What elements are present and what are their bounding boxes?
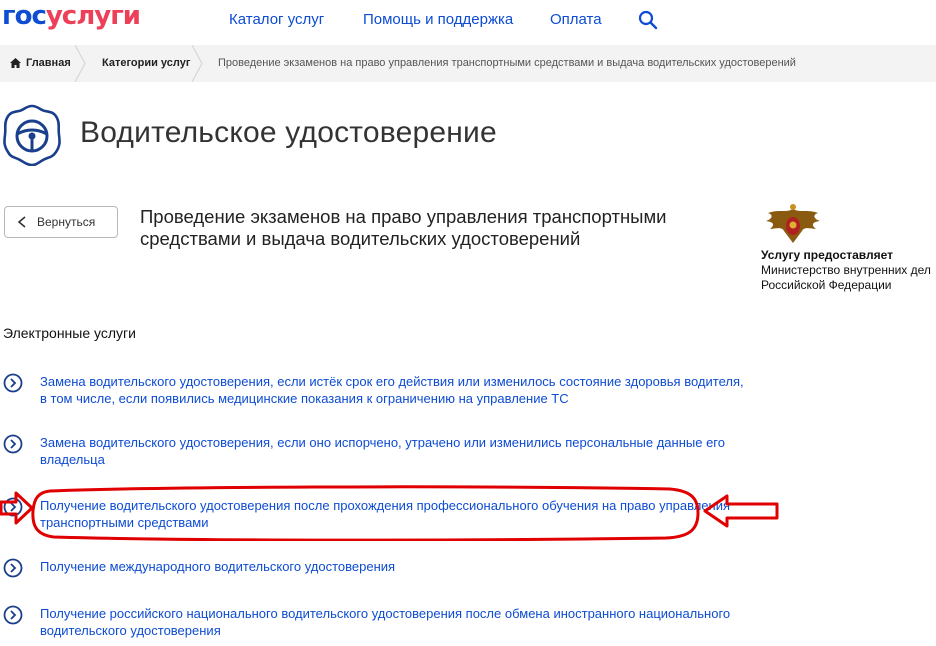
provider-label: Услугу предоставляет: [761, 248, 894, 262]
section-title-electronic-services: Электронные услуги: [3, 325, 136, 341]
service-title: Проведение экзаменов на право управления…: [140, 206, 667, 249]
highlight-ellipse-annotation: [31, 485, 700, 541]
search-icon[interactable]: [638, 10, 658, 30]
provider-name-line1: Министерство внутренних дел: [761, 263, 931, 277]
chevron-circle-icon: [3, 558, 23, 578]
breadcrumb-separator: [191, 45, 203, 82]
home-icon: [10, 58, 21, 68]
nav-catalog[interactable]: Каталог услуг: [229, 11, 324, 28]
back-button[interactable]: Вернуться: [4, 206, 118, 238]
steering-wheel-icon: [3, 104, 61, 166]
service-item-link[interactable]: Получение российского национального води…: [40, 605, 750, 639]
service-item-link[interactable]: Замена водительского удостоверения, если…: [40, 373, 750, 407]
breadcrumb-home[interactable]: Главная: [26, 45, 71, 82]
site-header: госуслуги Каталог услуг Помощь и поддерж…: [0, 0, 936, 44]
breadcrumb-current: Проведение экзаменов на право управления…: [218, 57, 796, 69]
arrow-right-annotation-icon: [0, 491, 34, 525]
logo-part-gos: гос: [2, 1, 47, 31]
back-button-label: Вернуться: [37, 215, 96, 229]
logo-part-uslugi: услуги: [45, 1, 141, 31]
chevron-circle-icon: [3, 373, 23, 393]
breadcrumb-separator: [74, 45, 86, 82]
chevron-left-icon: [17, 216, 26, 228]
mvd-emblem-icon: [766, 204, 820, 243]
provider-name-line2: Российской Федерации: [761, 278, 892, 292]
breadcrumb-categories[interactable]: Категории услуг: [102, 45, 190, 82]
service-item-link[interactable]: Замена водительского удостоверения, если…: [40, 434, 750, 468]
nav-payment[interactable]: Оплата: [550, 11, 602, 28]
arrow-left-annotation-icon: [703, 494, 779, 528]
breadcrumb: Главная Категории услуг Проведение экзам…: [0, 45, 936, 82]
nav-help[interactable]: Помощь и поддержка: [363, 11, 513, 28]
service-provider: Услугу предоставляет Министерство внутре…: [761, 248, 931, 293]
gosuslugi-logo[interactable]: госуслуги: [2, 1, 141, 31]
service-item-link[interactable]: Получение международного водительского у…: [40, 558, 750, 575]
chevron-circle-icon: [3, 434, 23, 454]
chevron-circle-icon: [3, 605, 23, 625]
page-title: Водительское удостоверение: [80, 116, 497, 149]
